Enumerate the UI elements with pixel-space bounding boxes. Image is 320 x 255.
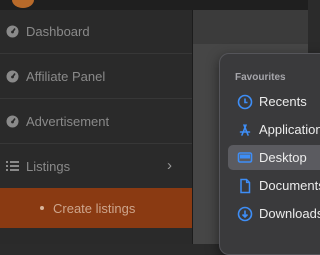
sidebar-item-affiliate-panel[interactable]: Affiliate Panel: [0, 55, 192, 99]
finder-item-recents[interactable]: Recents: [228, 89, 320, 114]
sidebar: Dashboard Affiliate Panel Advertisement …: [0, 10, 193, 244]
sidebar-item-label: Dashboard: [26, 24, 90, 39]
avatar[interactable]: [12, 0, 34, 8]
sidebar-item-label: Affiliate Panel: [26, 69, 106, 84]
finder-item-label: Downloads: [259, 206, 320, 221]
sidebar-item-listings[interactable]: Listings ›: [0, 144, 192, 188]
top-bar: [0, 0, 308, 10]
content-header: [193, 10, 308, 44]
finder-item-label: Applications: [259, 122, 320, 137]
desktop-icon: [237, 150, 253, 166]
sidebar-item-advertisement[interactable]: Advertisement: [0, 100, 192, 144]
sidebar-item-label: Advertisement: [26, 114, 110, 129]
dashboard-icon: [6, 115, 19, 128]
dashboard-icon: [6, 70, 19, 83]
apps-icon: [237, 122, 253, 138]
clock-icon: [237, 94, 253, 110]
sidebar-subitem-create-listings[interactable]: Create listings: [0, 188, 192, 228]
finder-sidebar-popup: Favourites Recents Applications Desktop …: [219, 53, 320, 255]
bullet-icon: [40, 206, 44, 210]
finder-item-applications[interactable]: Applications: [228, 117, 320, 142]
finder-item-documents[interactable]: Documents: [228, 173, 320, 198]
finder-item-desktop[interactable]: Desktop: [228, 145, 320, 170]
dashboard-icon: [6, 25, 19, 38]
chevron-right-icon: ›: [167, 157, 172, 174]
finder-item-label: Desktop: [259, 150, 307, 165]
document-icon: [237, 178, 253, 194]
finder-item-label: Recents: [259, 94, 307, 109]
list-icon: [6, 160, 19, 173]
sidebar-item-label: Listings: [26, 158, 71, 174]
finder-item-downloads[interactable]: Downloads: [228, 201, 320, 226]
sidebar-item-dashboard[interactable]: Dashboard: [0, 10, 192, 54]
download-icon: [237, 206, 253, 222]
favourites-heading: Favourites: [235, 72, 286, 83]
sidebar-subitem-label: Create listings: [53, 200, 136, 216]
finder-item-label: Documents: [259, 178, 320, 193]
